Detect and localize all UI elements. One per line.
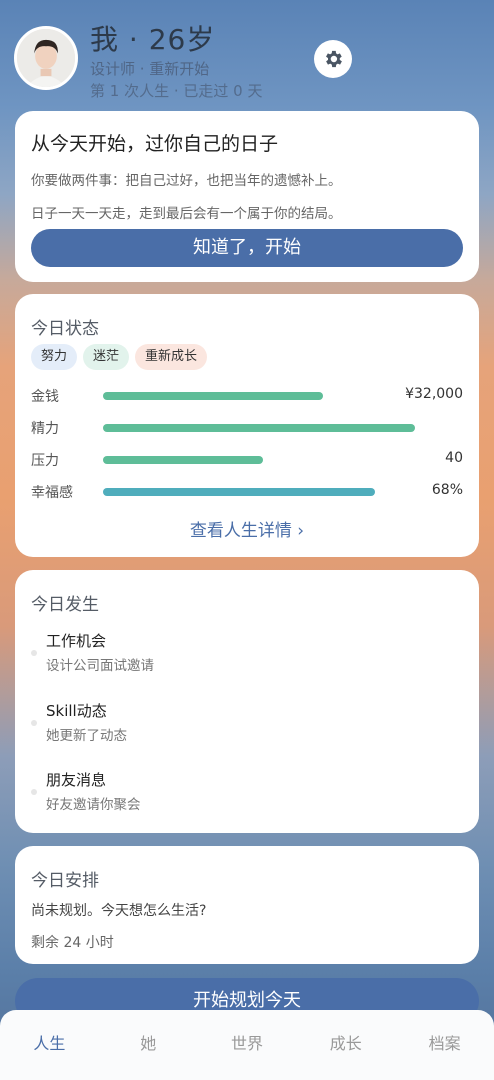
status-value: 68% xyxy=(431,482,463,498)
happenings-card: 今日发生 工作机会 设计公司面试邀请 Skill动态 她更新了动态 朋友消息 好… xyxy=(15,570,479,833)
item-desc: 好友邀请你聚会 xyxy=(46,797,141,813)
status-label: 幸福感 xyxy=(31,485,73,501)
tab-bar: 人生 她 世界 成长 档案 xyxy=(0,1010,494,1080)
intro-title: 从今天开始，过你自己的日子 xyxy=(31,133,279,155)
intro-line-2: 日子一天一天走，走到最后会有一个属于你的结局。 xyxy=(31,206,342,222)
schedule-line-1: 尚未规划。今天想怎么生活? xyxy=(31,903,207,919)
start-button[interactable]: 知道了，开始 xyxy=(31,229,463,267)
gear-icon xyxy=(326,50,342,68)
item-title: Skill动态 xyxy=(46,702,107,720)
status-row-energy: 精力 xyxy=(31,418,463,438)
bullet-icon xyxy=(31,650,37,656)
status-label: 压力 xyxy=(31,453,59,469)
stress-bar xyxy=(103,456,263,464)
tab-her[interactable]: 她 xyxy=(99,1030,198,1054)
status-value: ¥32,000 xyxy=(405,386,463,402)
status-label: 金钱 xyxy=(31,389,59,405)
tab-life[interactable]: 人生 xyxy=(0,1030,99,1054)
status-row-happiness: 幸福感 68% xyxy=(31,482,463,502)
list-item[interactable]: 朋友消息 好友邀请你聚会 xyxy=(31,767,451,817)
status-row-money: 金钱 ¥32,000 xyxy=(31,386,463,406)
profile-subtitle: 设计师 · 重新开始 xyxy=(90,60,210,78)
happiness-bar xyxy=(103,488,375,496)
status-row-stress: 压力 40 xyxy=(31,450,463,470)
status-tags: 努力 迷茫 重新成长 xyxy=(31,344,208,370)
intro-card: 从今天开始，过你自己的日子 你要做两件事：把自己过好，也把当年的遗憾补上。 日子… xyxy=(15,111,479,282)
item-desc: 她更新了动态 xyxy=(46,728,127,744)
schedule-title: 今日安排 xyxy=(31,871,99,891)
remaining-hours: 剩余 24 小时 xyxy=(31,935,114,951)
bullet-icon xyxy=(31,789,37,795)
page-title: 我 · 26岁 xyxy=(90,23,216,56)
status-tag: 重新成长 xyxy=(135,344,208,370)
status-card: 今日状态 努力 迷茫 重新成长 金钱 ¥32,000 精力 压力 40 幸福感 … xyxy=(15,294,479,557)
avatar-image xyxy=(17,29,75,87)
status-tag: 努力 xyxy=(31,344,78,370)
avatar[interactable] xyxy=(14,26,78,90)
item-title: 朋友消息 xyxy=(46,771,107,789)
status-value: 40 xyxy=(445,450,463,466)
bullet-icon xyxy=(31,720,37,726)
status-tag: 迷茫 xyxy=(83,344,130,370)
item-title: 工作机会 xyxy=(46,632,107,650)
energy-bar xyxy=(103,424,415,432)
settings-button[interactable] xyxy=(314,40,352,78)
money-bar xyxy=(103,392,323,400)
list-item[interactable]: 工作机会 设计公司面试邀请 xyxy=(31,628,451,678)
happenings-title: 今日发生 xyxy=(31,595,99,615)
life-detail-link[interactable]: 查看人生详情 › xyxy=(15,516,479,541)
item-desc: 设计公司面试邀请 xyxy=(46,658,154,674)
intro-line-1: 你要做两件事：把自己过好，也把当年的遗憾补上。 xyxy=(31,173,342,189)
list-item[interactable]: Skill动态 她更新了动态 xyxy=(31,698,451,748)
schedule-card: 今日安排 尚未规划。今天想怎么生活? 剩余 24 小时 xyxy=(15,846,479,964)
tab-archive[interactable]: 档案 xyxy=(395,1030,494,1054)
status-label: 精力 xyxy=(31,421,59,437)
tab-world[interactable]: 世界 xyxy=(198,1030,297,1054)
tab-growth[interactable]: 成长 xyxy=(296,1030,395,1054)
status-title: 今日状态 xyxy=(31,319,99,339)
life-progress: 第 1 次人生 · 已走过 0 天 xyxy=(90,82,263,100)
